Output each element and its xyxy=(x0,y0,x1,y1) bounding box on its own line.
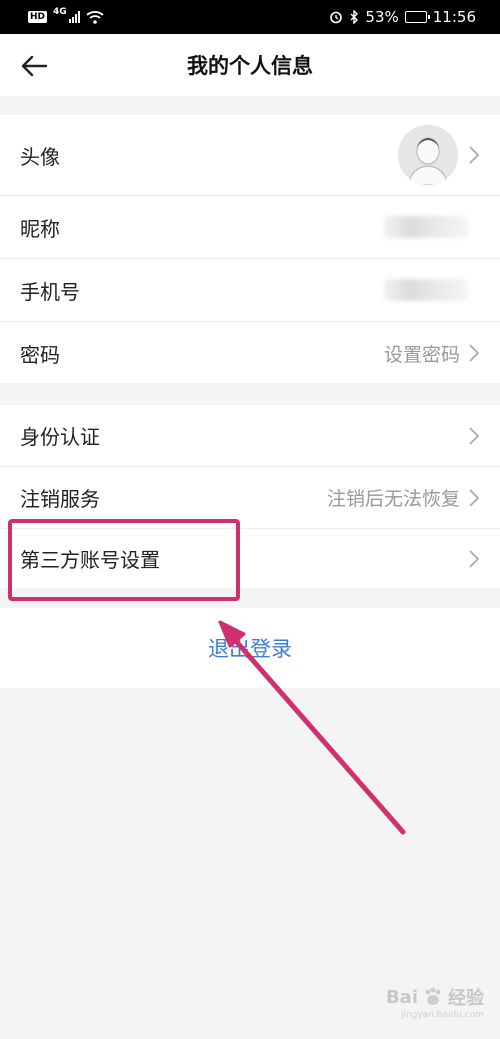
paw-icon xyxy=(425,987,441,1005)
chevron-right-icon xyxy=(468,549,480,569)
row-nickname-label: 昵称 xyxy=(20,216,60,241)
watermark-sub: jingyan.baidu.com xyxy=(400,1010,484,1020)
watermark-suffix: 经验 xyxy=(448,988,484,1009)
nav-bar: 我的个人信息 xyxy=(0,34,500,96)
wifi-icon xyxy=(86,11,104,24)
watermark-brand: Bai xyxy=(385,986,418,1008)
status-bar: HD 4G 53% 11:56 xyxy=(0,0,500,34)
clock: 11:56 xyxy=(432,8,476,26)
row-cancel-value: 注销后无法恢复 xyxy=(326,488,460,510)
annotation-highlight-box xyxy=(8,519,240,601)
nickname-value-redacted xyxy=(384,216,468,238)
battery-percent: 53% xyxy=(365,8,399,26)
alarm-icon xyxy=(330,11,343,24)
row-password-value: 设置密码 xyxy=(383,343,460,366)
avatar[interactable] xyxy=(398,125,458,185)
row-avatar-label: 头像 xyxy=(20,144,60,169)
network-type: 4G xyxy=(53,7,67,17)
row-avatar[interactable]: 头像 xyxy=(0,115,500,195)
status-bar-left: HD 4G xyxy=(28,7,104,24)
bluetooth-icon xyxy=(350,10,359,24)
logout-label: 退出登录 xyxy=(208,637,292,661)
battery-icon xyxy=(404,11,430,23)
hd-badge: HD xyxy=(28,11,48,23)
row-identity-label: 身份认证 xyxy=(20,425,100,449)
page-title: 我的个人信息 xyxy=(187,54,313,78)
row-password-label: 密码 xyxy=(20,342,60,367)
chevron-right-icon xyxy=(468,343,480,363)
row-cancel-label: 注销服务 xyxy=(20,487,100,511)
avatar-placeholder-icon xyxy=(398,125,458,185)
row-password[interactable]: 密码 设置密码 xyxy=(0,322,500,384)
row-phone[interactable]: 手机号 xyxy=(0,259,500,321)
status-bar-right: 53% 11:56 xyxy=(329,8,476,26)
chevron-right-icon xyxy=(468,426,480,446)
logout-button[interactable]: 退出登录 xyxy=(0,608,500,688)
row-phone-label: 手机号 xyxy=(20,279,80,304)
chevron-right-icon xyxy=(468,488,480,508)
chevron-right-icon xyxy=(468,145,480,165)
row-nickname[interactable]: 昵称 xyxy=(0,196,500,258)
back-button[interactable] xyxy=(14,46,54,86)
arrow-left-icon xyxy=(21,55,48,77)
baidu-watermark: Bai 经验 jingyan.baidu.com xyxy=(385,984,484,1021)
phone-value-redacted xyxy=(384,279,468,301)
row-identity[interactable]: 身份认证 xyxy=(0,405,500,466)
signal-icon xyxy=(68,11,80,23)
